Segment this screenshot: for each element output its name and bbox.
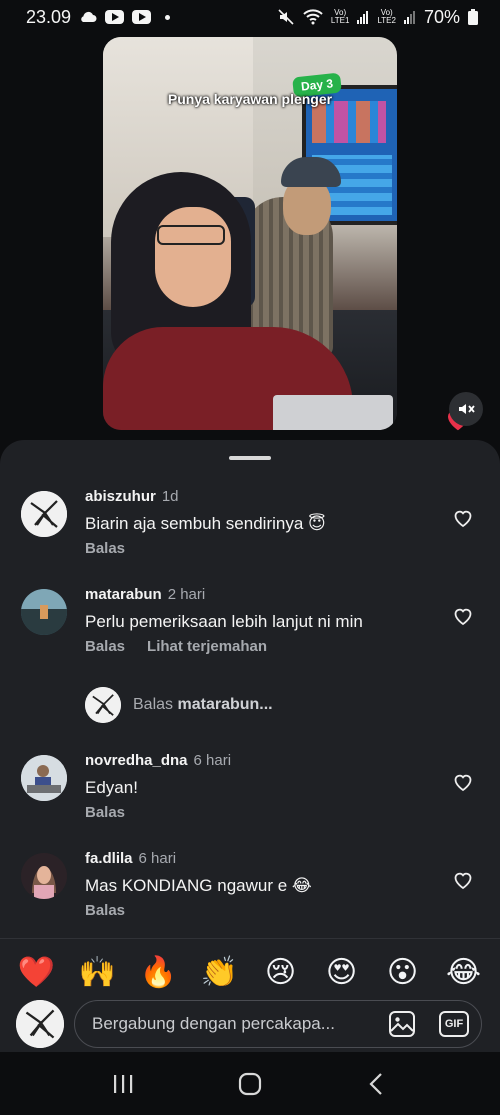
video-scene-laptop: [273, 395, 393, 430]
reply-button[interactable]: Balas: [85, 638, 125, 655]
emoji-raised-hands-button[interactable]: 🙌: [73, 955, 123, 990]
comment-time: 6 hari: [193, 752, 232, 769]
heart-outline-icon: [454, 510, 472, 528]
heart-outline-icon: [454, 872, 472, 890]
battery-percent: 70%: [423, 6, 460, 27]
comment-username[interactable]: novredha_dna 6 hari: [85, 752, 231, 769]
emoji-laugh-button[interactable]: 😂: [439, 955, 489, 990]
comment-actions: Balas: [85, 902, 125, 919]
gif-icon: GIF: [439, 1011, 469, 1037]
comment-time: 1d: [161, 488, 179, 505]
emoji-heart-eyes-button[interactable]: 😍: [317, 955, 367, 990]
video-caption: Punya karyawan plenger: [167, 91, 333, 107]
comment-input[interactable]: [92, 1014, 365, 1034]
reply-button[interactable]: Balas: [85, 540, 125, 557]
like-button[interactable]: [451, 604, 475, 628]
emoji-surprised-button[interactable]: 😮: [378, 955, 428, 990]
drag-handle[interactable]: [229, 456, 271, 460]
comment-text: Edyan!: [85, 778, 138, 797]
avatar: [85, 687, 121, 723]
comment-actions: Balas: [85, 540, 125, 557]
avatar[interactable]: [21, 853, 67, 899]
video-scene-person: [155, 207, 231, 307]
emoji-heart-button[interactable]: ❤️: [12, 955, 62, 990]
home-icon: [238, 1072, 262, 1095]
youtube-icon: [132, 10, 152, 24]
comments-sheet: abiszuhur 1d Biarin aja sembuh sendirinya…: [0, 440, 500, 1052]
comment-username[interactable]: fa.dlila 6 hari: [85, 850, 176, 867]
emoji-quick-bar: ❤️ 🙌 🔥 👏 😢 😍 😮 😂: [0, 946, 500, 998]
comment-username[interactable]: abiszuhur 1d: [85, 488, 179, 505]
reply-button[interactable]: Balas: [85, 902, 125, 919]
signal-icon: [357, 10, 369, 24]
emoji-clap-button[interactable]: 👏: [195, 955, 245, 990]
reply-prompt[interactable]: Balas matarabun...: [85, 687, 273, 723]
recent-apps-button[interactable]: [103, 1064, 143, 1104]
avatar: [16, 1000, 64, 1048]
cloud-icon: [79, 11, 97, 23]
clock: 23.09: [26, 6, 72, 27]
lte2-label: Vo) LTE2: [377, 8, 396, 25]
like-button[interactable]: [451, 506, 475, 530]
avatar[interactable]: [21, 491, 67, 537]
heart-outline-icon: [454, 608, 472, 626]
like-button[interactable]: [451, 868, 475, 892]
divider: [0, 938, 500, 939]
comment-input-box: GIF: [74, 1000, 482, 1048]
comment-time: 6 hari: [138, 850, 177, 867]
emoji-cry-button[interactable]: 😢: [256, 955, 306, 990]
see-translation-button[interactable]: Lihat terjemahan: [147, 638, 267, 655]
like-button[interactable]: [451, 770, 475, 794]
comment-text: Biarin aja sembuh sendirinya 😇: [85, 514, 326, 533]
system-nav-bar: [0, 1052, 500, 1115]
home-button[interactable]: [230, 1064, 270, 1104]
reply-prompt-text: Balas matarabun...: [133, 696, 273, 713]
comment-actions: Balas Lihat terjemahan: [85, 638, 267, 655]
mute-icon: [277, 8, 295, 26]
avatar[interactable]: [21, 589, 67, 635]
back-button[interactable]: [357, 1064, 397, 1104]
avatar[interactable]: [21, 755, 67, 801]
comment-text: Mas KONDIANG ngawur e 😂: [85, 876, 312, 895]
gif-button[interactable]: GIF: [439, 1009, 469, 1039]
photo-button[interactable]: [387, 1009, 417, 1039]
comment-composer: GIF: [0, 996, 500, 1052]
mute-button[interactable]: [449, 392, 483, 426]
heart-outline-icon: [454, 774, 472, 792]
back-icon: [369, 1072, 382, 1095]
comment-actions: Balas: [85, 804, 125, 821]
battery-icon: [468, 9, 478, 25]
emoji-fire-button[interactable]: 🔥: [134, 955, 184, 990]
status-bar: 23.09 Vo) LTE1 Vo) LTE2 70%: [0, 0, 500, 34]
video-scene-person: [157, 225, 225, 245]
notification-dot-icon: [165, 14, 171, 20]
video-player[interactable]: Day 3 Punya karyawan plenger: [103, 37, 397, 430]
recent-apps-icon: [114, 1074, 133, 1093]
comment-time: 2 hari: [167, 586, 206, 603]
youtube-icon: [105, 10, 125, 24]
photo-icon: [389, 1011, 415, 1037]
signal-icon: [403, 10, 416, 24]
lte1-label: Vo) LTE1: [330, 8, 350, 25]
comment-text: Perlu pemeriksaan lebih lanjut ni min: [85, 612, 363, 631]
comment-username[interactable]: matarabun 2 hari: [85, 586, 205, 603]
mute-icon: [459, 404, 475, 414]
reply-button[interactable]: Balas: [85, 804, 125, 821]
wifi-icon: [303, 9, 323, 25]
